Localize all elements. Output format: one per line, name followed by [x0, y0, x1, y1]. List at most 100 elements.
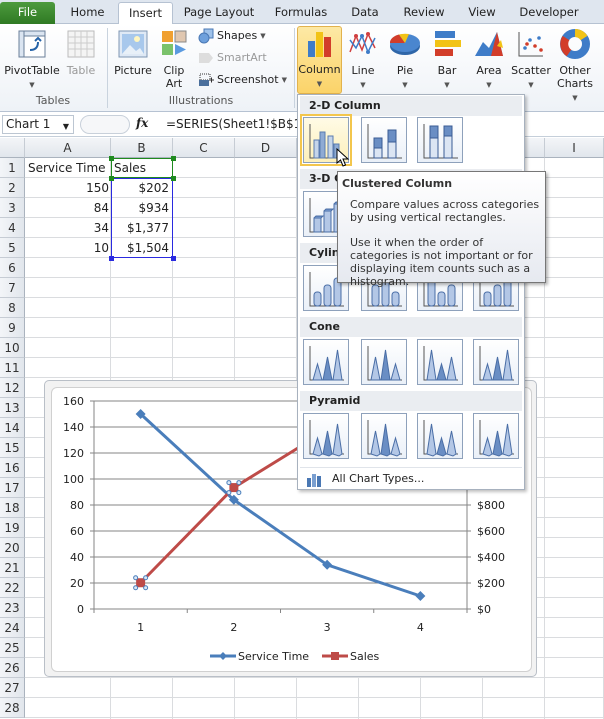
row-header-20[interactable]: 20 — [0, 538, 25, 558]
tab-view[interactable]: View — [460, 2, 504, 24]
insert-function-button[interactable]: fx — [136, 116, 148, 130]
line-chart-button[interactable]: Line ▼ — [344, 28, 382, 92]
column-header-B[interactable]: B — [111, 138, 173, 158]
chart-subtype-cone-2[interactable] — [361, 339, 407, 385]
selection-handle — [236, 480, 242, 486]
chevron-down-icon[interactable]: ▼ — [63, 118, 69, 135]
chart-subtype-2-d-column-3[interactable] — [417, 117, 463, 163]
row-header-3[interactable]: 3 — [0, 198, 25, 218]
row-header-21[interactable]: 21 — [0, 558, 25, 578]
all-chart-types-icon — [306, 471, 322, 495]
tab-insert[interactable]: Insert — [118, 2, 173, 25]
cell-A3[interactable]: 84 — [25, 198, 109, 218]
chart-subtype-pyramid-2[interactable] — [361, 413, 407, 459]
chart-subtype-2-d-column-2[interactable] — [361, 117, 407, 163]
tab-review[interactable]: Review — [396, 2, 452, 24]
chart-subtype-cone-1[interactable] — [303, 339, 349, 385]
other-charts-button[interactable]: Other Charts ▼ — [553, 28, 597, 105]
row-header-1[interactable]: 1 — [0, 158, 25, 178]
tab-page-layout[interactable]: Page Layout — [178, 2, 260, 24]
range-handle[interactable] — [171, 156, 176, 161]
y-tick-label: 20 — [70, 577, 84, 590]
formula-input[interactable]: =SERIES(Sheet1!$B$1, — [166, 117, 305, 131]
row-header-2[interactable]: 2 — [0, 178, 25, 198]
clip-art-button[interactable]: Clip Art — [158, 28, 190, 90]
row-header-14[interactable]: 14 — [0, 418, 25, 438]
y-tick-label: 80 — [70, 499, 84, 512]
legend-marker-service-time — [219, 652, 227, 660]
row-header-9[interactable]: 9 — [0, 318, 25, 338]
cell-A2[interactable]: 150 — [25, 178, 109, 198]
range-handle[interactable] — [109, 256, 114, 261]
tooltip: Clustered Column Compare values across c… — [337, 171, 546, 288]
y2-tick-label: $400 — [477, 551, 505, 564]
row-header-15[interactable]: 15 — [0, 438, 25, 458]
shapes-button[interactable]: Shapes ▼ — [198, 26, 266, 46]
y-tick-label: 40 — [70, 551, 84, 564]
cell-A4[interactable]: 34 — [25, 218, 109, 238]
area-chart-button[interactable]: Area ▼ — [470, 28, 508, 92]
table-button[interactable]: Table — [62, 28, 100, 77]
chart-subtype-cone-4[interactable] — [473, 339, 519, 385]
row-header-27[interactable]: 27 — [0, 678, 25, 698]
row-header-13[interactable]: 13 — [0, 398, 25, 418]
select-all-corner[interactable] — [0, 138, 25, 158]
charts-label: Charts — [557, 77, 593, 90]
x-tick-label: 1 — [137, 621, 144, 634]
tab-data[interactable]: Data — [342, 2, 388, 24]
name-box[interactable]: Chart 1 ▼ — [2, 115, 74, 134]
row-header-17[interactable]: 17 — [0, 478, 25, 498]
all-chart-types-button[interactable]: All Chart Types... — [300, 467, 522, 489]
chart-subtype-cone-3[interactable] — [417, 339, 463, 385]
tab-home[interactable]: Home — [60, 2, 115, 24]
cell-A1[interactable]: Service Time — [28, 158, 106, 178]
section-pyramid: Pyramid — [300, 391, 522, 411]
row-header-23[interactable]: 23 — [0, 598, 25, 618]
cell-A5[interactable]: 10 — [25, 238, 109, 258]
tab-developer[interactable]: Developer — [512, 2, 586, 24]
smartart-button[interactable]: SmartArt — [198, 48, 267, 68]
row-header-16[interactable]: 16 — [0, 458, 25, 478]
picture-button[interactable]: Picture — [110, 28, 156, 77]
row-header-24[interactable]: 24 — [0, 618, 25, 638]
column-chart-button[interactable]: Column ▼ — [297, 26, 342, 94]
row-header-6[interactable]: 6 — [0, 258, 25, 278]
row-header-26[interactable]: 26 — [0, 658, 25, 678]
tab-file[interactable]: File — [0, 2, 55, 24]
row-header-28[interactable]: 28 — [0, 698, 25, 718]
row-header-22[interactable]: 22 — [0, 578, 25, 598]
range-handle[interactable] — [109, 176, 114, 181]
row-header-18[interactable]: 18 — [0, 498, 25, 518]
row-header-4[interactable]: 4 — [0, 218, 25, 238]
range-handle[interactable] — [171, 256, 176, 261]
screenshot-button[interactable]: Screenshot ▼ — [198, 70, 287, 90]
y2-tick-label: $0 — [477, 603, 491, 616]
chart-subtype-pyramid-3[interactable] — [417, 413, 463, 459]
scatter-chart-button[interactable]: Scatter ▼ — [511, 28, 551, 92]
column-header-A[interactable]: A — [25, 138, 111, 158]
column-label: Column — [298, 63, 341, 76]
row-header-25[interactable]: 25 — [0, 638, 25, 658]
line-label: Line — [351, 64, 375, 77]
row-header-10[interactable]: 10 — [0, 338, 25, 358]
range-handle[interactable] — [109, 156, 114, 161]
row-header-12[interactable]: 12 — [0, 378, 25, 398]
column-header-D[interactable]: D — [235, 138, 297, 158]
row-header-19[interactable]: 19 — [0, 518, 25, 538]
column-header-I[interactable]: I — [545, 138, 604, 158]
pie-chart-button[interactable]: Pie ▼ — [386, 28, 424, 92]
chart-subtype-pyramid-1[interactable] — [303, 413, 349, 459]
formula-bar-resize[interactable] — [80, 115, 130, 134]
row-header-11[interactable]: 11 — [0, 358, 25, 378]
column-header-C[interactable]: C — [173, 138, 235, 158]
row-header-8[interactable]: 8 — [0, 298, 25, 318]
row-header-5[interactable]: 5 — [0, 238, 25, 258]
tab-formulas[interactable]: Formulas — [268, 2, 334, 24]
picture-label: Picture — [114, 64, 152, 77]
range-handle[interactable] — [171, 176, 176, 181]
row-header-7[interactable]: 7 — [0, 278, 25, 298]
line-chart-icon — [347, 28, 379, 60]
pivottable-button[interactable]: PivotTable ▼ — [4, 28, 60, 92]
chart-subtype-pyramid-4[interactable] — [473, 413, 519, 459]
bar-chart-button[interactable]: Bar ▼ — [428, 28, 466, 92]
